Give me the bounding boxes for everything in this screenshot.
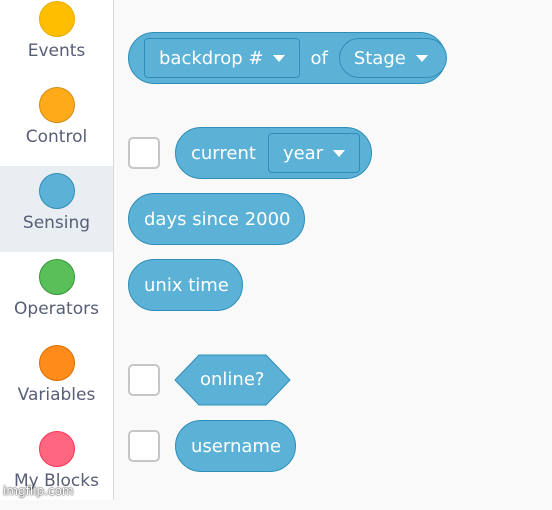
block-palette: backdrop # of Stage current year days si… bbox=[115, 0, 552, 500]
target-sprite-dropdown[interactable]: Stage bbox=[338, 38, 447, 78]
current-monitor-checkbox[interactable] bbox=[128, 137, 160, 169]
category-events[interactable]: Events bbox=[0, 0, 113, 80]
my-blocks-color-dot bbox=[38, 431, 75, 467]
backdrop-of-stage-block[interactable]: backdrop # of Stage bbox=[128, 32, 447, 84]
category-sensing-label: Sensing bbox=[22, 213, 91, 233]
target-sprite-value: Stage bbox=[353, 47, 406, 69]
online-label: online? bbox=[200, 369, 265, 390]
category-control-label: Control bbox=[25, 127, 88, 147]
online-boolean-block[interactable]: online? bbox=[174, 354, 291, 406]
watermark: imgflip.com bbox=[3, 484, 74, 498]
of-label: of bbox=[310, 47, 328, 69]
unix-time-label: unix time bbox=[144, 274, 229, 296]
events-color-dot bbox=[38, 1, 75, 37]
current-year-block[interactable]: current year bbox=[175, 127, 372, 179]
current-unit-dropdown[interactable]: year bbox=[267, 133, 361, 173]
variables-color-dot bbox=[38, 345, 75, 381]
category-control[interactable]: Control bbox=[0, 80, 113, 166]
category-sidebar: Events Control Sensing Operators Variabl… bbox=[0, 0, 114, 500]
chevron-down-icon bbox=[415, 54, 428, 62]
days-since-2000-block[interactable]: days since 2000 bbox=[128, 193, 305, 245]
current-unit-value: year bbox=[282, 142, 324, 164]
category-events-label: Events bbox=[27, 41, 86, 61]
category-sensing[interactable]: Sensing bbox=[0, 166, 113, 252]
days-since-2000-label: days since 2000 bbox=[144, 208, 291, 230]
username-label: username bbox=[191, 435, 281, 457]
category-variables[interactable]: Variables bbox=[0, 338, 113, 424]
online-monitor-checkbox[interactable] bbox=[128, 364, 160, 396]
current-label: current bbox=[191, 142, 256, 164]
username-monitor-checkbox[interactable] bbox=[128, 430, 160, 462]
chevron-down-icon bbox=[333, 149, 346, 157]
username-block[interactable]: username bbox=[175, 420, 296, 472]
control-color-dot bbox=[38, 87, 75, 123]
operators-color-dot bbox=[38, 259, 75, 295]
backdrop-property-value: backdrop # bbox=[159, 47, 264, 69]
backdrop-property-dropdown[interactable]: backdrop # bbox=[144, 38, 301, 78]
unix-time-block[interactable]: unix time bbox=[128, 259, 243, 311]
category-operators-label: Operators bbox=[14, 299, 99, 319]
category-operators[interactable]: Operators bbox=[0, 252, 113, 338]
category-variables-label: Variables bbox=[17, 385, 96, 405]
chevron-down-icon bbox=[273, 54, 286, 62]
sensing-color-dot bbox=[38, 173, 75, 209]
